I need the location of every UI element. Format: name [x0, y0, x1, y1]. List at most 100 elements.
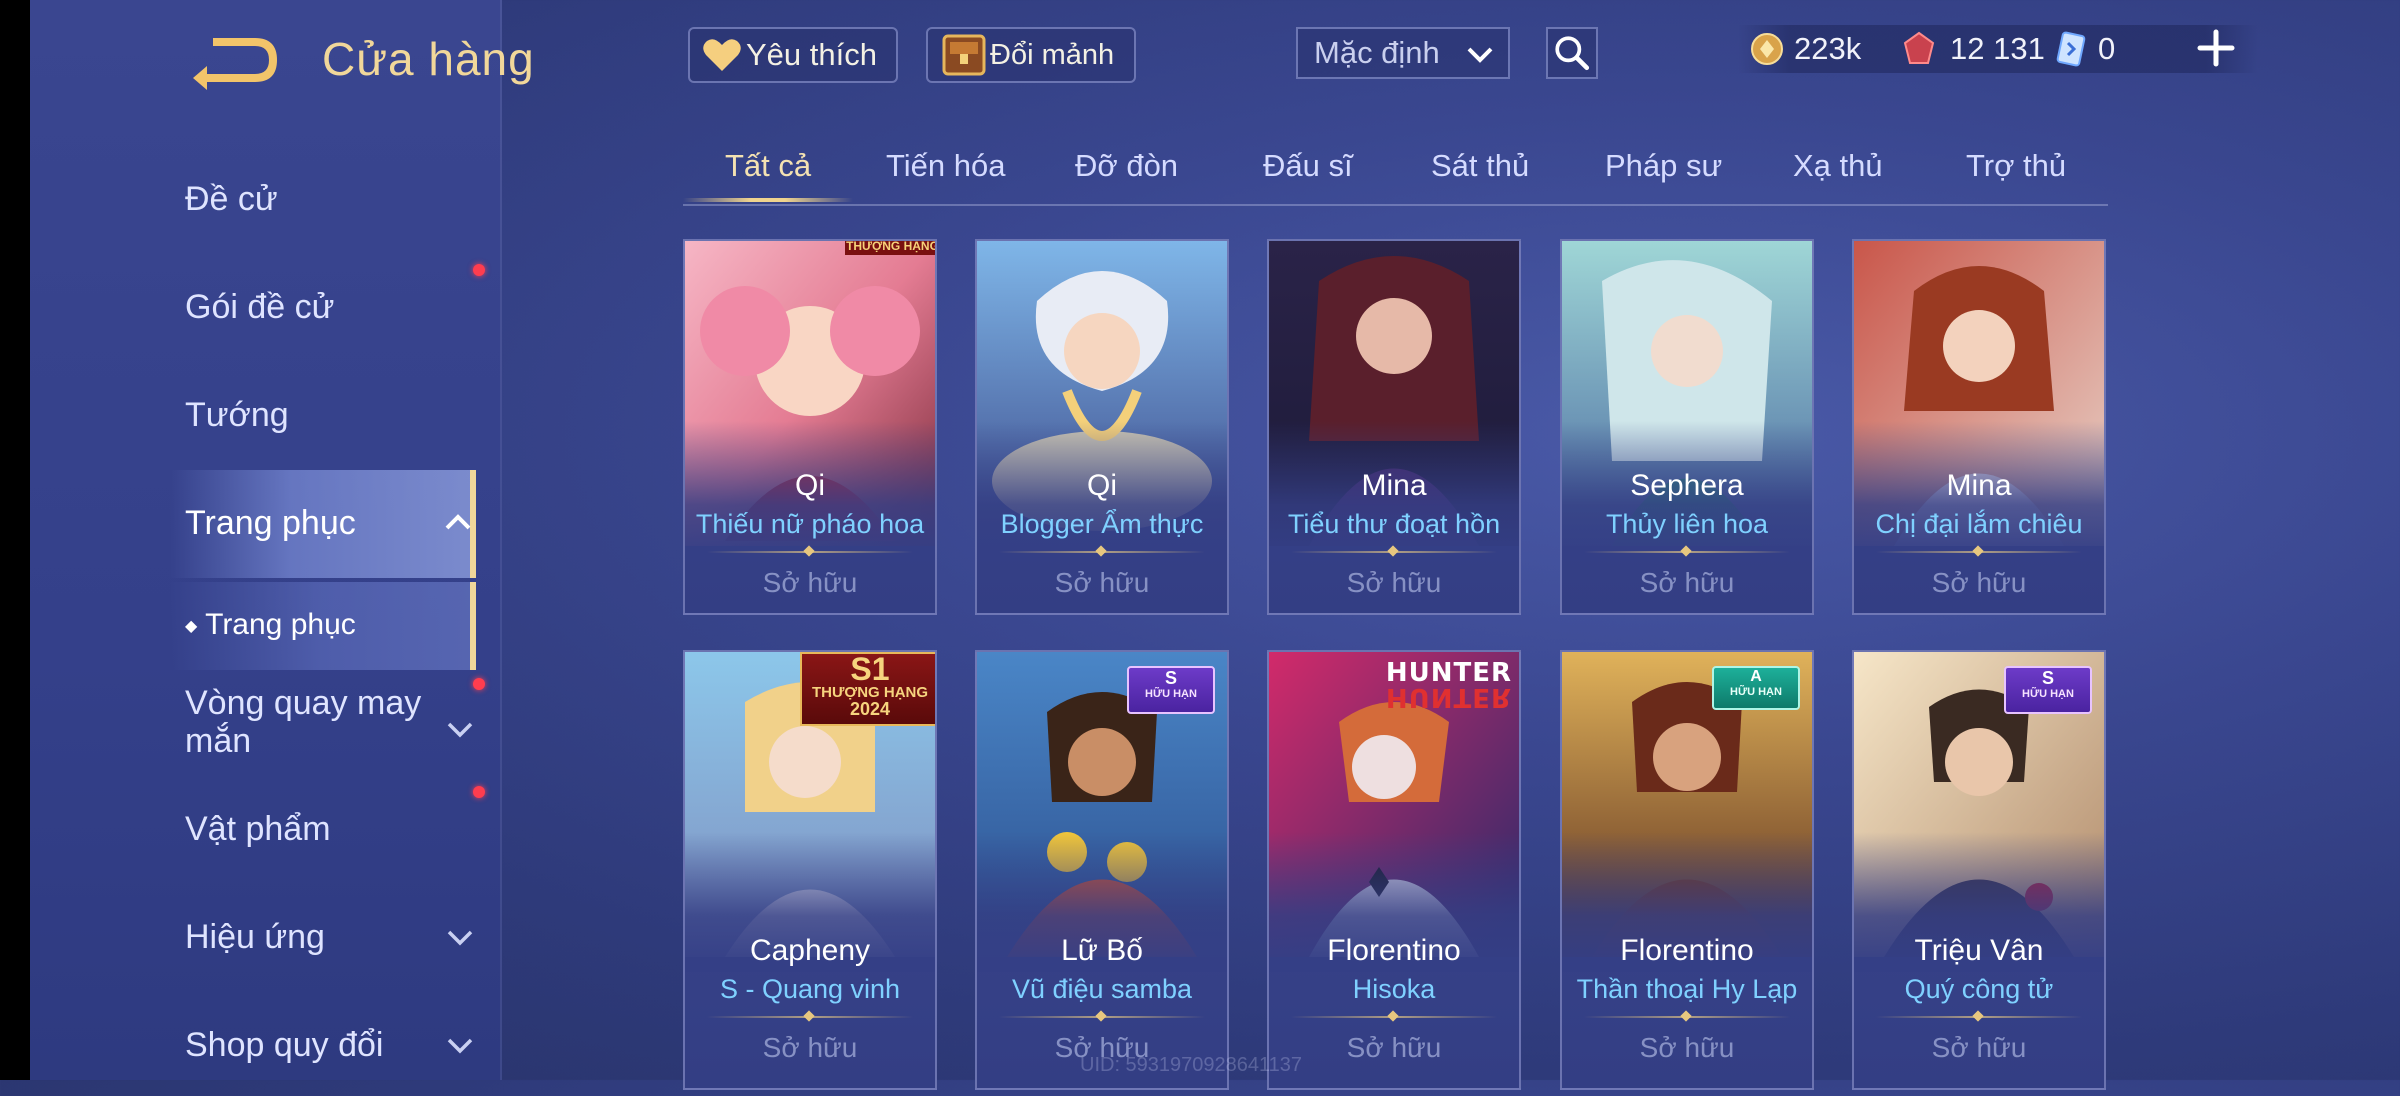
skin-card[interactable]: Sephera Thủy liên hoa Sở hữu	[1560, 239, 1814, 615]
sidebar-item-label: Hiệu ứng	[185, 918, 325, 956]
skin-name: Hisoka	[1352, 974, 1436, 1004]
sidebar-subitem-skins[interactable]: ◆ Trang phục	[170, 582, 476, 670]
notification-dot	[473, 786, 485, 798]
skin-card[interactable]: S HỮU HẠN Triệu Vân Quý công tử Sở hữu	[1852, 650, 2106, 1090]
tab-evolution[interactable]: Tiến hóa	[886, 148, 1006, 184]
sidebar-item-label: Vòng quay may mắn	[185, 684, 422, 760]
hero-name: Sephera	[1630, 469, 1744, 502]
limited-badge: S HỮU HẠN	[2004, 666, 2092, 714]
chevron-down-icon	[447, 1038, 473, 1054]
add-currency-button[interactable]	[2196, 28, 2236, 68]
rank-season-badge: S1 THƯỢNG HẠNG 2024	[800, 652, 935, 726]
chevron-down-icon	[447, 930, 473, 946]
chevron-down-icon	[1467, 47, 1493, 63]
skin-name: Thần thoại Hy Lạp	[1576, 974, 1798, 1004]
active-tab-indicator	[683, 198, 853, 202]
hero-name: Mina	[1946, 469, 2012, 502]
limited-badge: S HỮU HẠN	[1127, 666, 1215, 714]
skin-card[interactable]: Mina Tiểu thư đoạt hồn Sở hữu	[1267, 239, 1521, 615]
owned-status: Sở hữu	[1054, 567, 1150, 598]
limited-badge: A HỮU HẠN	[1712, 666, 1800, 710]
sidebar-item-label: Tướng	[185, 396, 289, 434]
skin-card[interactable]: Qi Blogger Ẩm thực Sở hữu	[975, 239, 1229, 615]
sidebar-item-featured[interactable]: Đề cử	[30, 150, 500, 250]
premium-badge: THƯỢNG HẠNG	[845, 241, 935, 255]
hero-name: Triệu Vân	[1914, 934, 2044, 967]
red-gem-icon	[1903, 31, 1935, 64]
skin-card[interactable]: S1 THƯỢNG HẠNG 2024 Capheny S - Quang vi…	[683, 650, 937, 1090]
tab-tank[interactable]: Đỡ đòn	[1075, 148, 1178, 184]
skin-card[interactable]: S HỮU HẠN Lữ Bố Vũ điệu samba Sở hữu	[975, 650, 1229, 1090]
sidebar-item-featured-packs[interactable]: Gói đề cử	[30, 258, 500, 358]
currency-bar: 223k 12 131 0	[1738, 25, 2258, 73]
tab-marksman[interactable]: Xạ thủ	[1793, 148, 1883, 184]
skin-name: S - Quang vinh	[719, 974, 901, 1004]
sidebar-item-exchange-shop[interactable]: Shop quy đổi	[30, 996, 500, 1096]
sidebar-item-label: Shop quy đổi	[185, 1026, 384, 1064]
voucher-balance: 12 131	[1902, 25, 2045, 73]
owned-status: Sở hữu	[1931, 567, 2027, 598]
skin-card[interactable]: HUNTER HUNTER Florentino Hisoka Sở hữu	[1267, 650, 1521, 1090]
hero-name: Capheny	[749, 934, 871, 967]
owned-status: Sở hữu	[1346, 567, 1442, 598]
sidebar-subitem-label: ◆ Trang phục	[185, 608, 356, 641]
notification-dot	[473, 678, 485, 690]
skin-card[interactable]: A HỮU HẠN Florentino Thần thoại Hy Lạp S…	[1560, 650, 1814, 1090]
notification-dot	[473, 264, 485, 276]
sidebar-item-items[interactable]: Vật phẩm	[30, 780, 500, 880]
sidebar-item-label: Vật phẩm	[185, 810, 331, 848]
skin-name: Quý công tử	[1904, 974, 2054, 1004]
owned-status: Sở hữu	[762, 1032, 858, 1063]
favorites-button[interactable]: Yêu thích	[688, 27, 898, 83]
owned-status: Sở hữu	[1639, 1032, 1735, 1063]
sidebar-item-label: Trang phục	[185, 504, 356, 542]
sidebar-item-skins[interactable]: Trang phục	[170, 470, 476, 578]
owned-status: Sở hữu	[1346, 1032, 1442, 1063]
tab-all[interactable]: Tất cả	[725, 148, 811, 184]
tab-support[interactable]: Trợ thủ	[1966, 148, 2066, 184]
skin-card[interactable]: Mina Chị đại lắm chiêu Sở hữu	[1852, 239, 2106, 615]
tab-assassin[interactable]: Sát thủ	[1431, 148, 1529, 184]
treasure-chest-icon	[942, 34, 986, 76]
heart-icon	[703, 39, 741, 71]
sidebar-item-label: Gói đề cử	[185, 288, 335, 326]
page-title: Cửa hàng	[322, 33, 535, 85]
sidebar-item-heroes[interactable]: Tướng	[30, 366, 500, 466]
skin-name: Vũ điệu samba	[1011, 974, 1193, 1004]
tab-fighter[interactable]: Đấu sĩ	[1263, 148, 1353, 184]
back-arrow-icon[interactable]	[185, 30, 280, 90]
chevron-up-icon	[445, 514, 471, 530]
search-button[interactable]	[1546, 27, 1598, 79]
tab-mage[interactable]: Pháp sư	[1605, 148, 1722, 184]
skin-name: Tiểu thư đoạt hồn	[1287, 509, 1501, 539]
sidebar-item-lucky-spin[interactable]: Vòng quay may mắn	[30, 672, 500, 782]
owned-status: Sở hữu	[1639, 567, 1735, 598]
sidebar-item-effects[interactable]: Hiệu ứng	[30, 888, 500, 988]
chevron-down-icon	[447, 722, 473, 738]
skin-name: Blogger Ẩm thực	[1000, 509, 1204, 539]
skin-name: Chị đại lắm chiêu	[1875, 509, 2083, 539]
skin-name: Thủy liên hoa	[1605, 509, 1769, 539]
gold-balance: 223k	[1750, 25, 1861, 73]
hunter-x-hunter-logo: HUNTER HUNTER	[1385, 658, 1513, 712]
coupon-balance: 0	[2056, 25, 2115, 73]
gold-coin-icon	[1751, 33, 1783, 65]
screen-edge	[0, 0, 30, 1080]
sidebar-item-label: Đề cử	[185, 180, 278, 218]
hero-name: Qi	[1087, 469, 1117, 502]
hero-name: Lữ Bố	[1061, 934, 1143, 967]
sort-dropdown[interactable]: Mặc định	[1296, 27, 1510, 79]
hero-name: Qi	[795, 469, 825, 502]
skin-name: Thiếu nữ pháo hoa	[695, 509, 925, 539]
hero-name: Florentino	[1327, 934, 1461, 967]
user-id-watermark: UID: 5931970928641137	[1080, 1054, 1303, 1076]
exchange-fragments-button[interactable]: Đổi mảnh	[926, 27, 1136, 83]
skin-card[interactable]: THƯỢNG HẠNG Qi Thiếu nữ pháo hoa Sở hữu	[683, 239, 937, 615]
owned-status: Sở hữu	[762, 567, 858, 598]
category-tabs: Tất cả Tiến hóa Đỡ đòn Đấu sĩ Sát thủ Ph…	[683, 140, 2108, 206]
hero-name: Mina	[1361, 469, 1427, 502]
diamond-bullet-icon: ◆	[185, 618, 198, 636]
hero-name: Florentino	[1620, 934, 1754, 967]
ticket-icon	[2056, 31, 2086, 67]
owned-status: Sở hữu	[1931, 1032, 2027, 1063]
